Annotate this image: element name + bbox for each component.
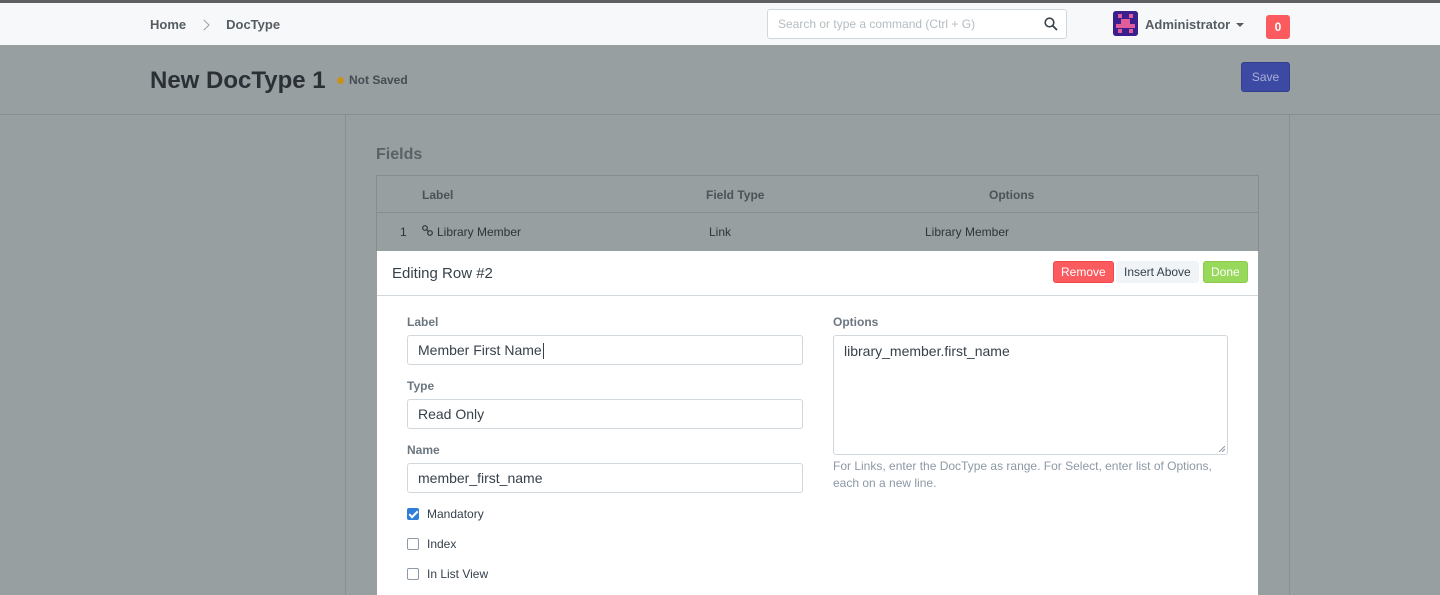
checkbox-index[interactable]: Index xyxy=(407,537,456,551)
options-help-text: For Links, enter the DocType as range. F… xyxy=(833,459,1212,490)
row-field-type: Link xyxy=(709,225,732,239)
checkbox-unchecked-icon[interactable] xyxy=(407,568,419,580)
checkbox-checked-icon[interactable] xyxy=(407,508,419,520)
breadcrumb-home[interactable]: Home xyxy=(150,17,186,32)
text-cursor xyxy=(542,343,544,360)
label-input-value: Member First Name xyxy=(418,342,542,358)
checkbox-mandatory[interactable]: Mandatory xyxy=(407,507,484,521)
page-title: New DocType 1 xyxy=(150,67,326,94)
remove-row-button[interactable]: Remove xyxy=(1053,261,1114,283)
search-input[interactable] xyxy=(768,10,1028,38)
checkbox-label: In List View xyxy=(427,567,489,581)
name-input[interactable]: member_first_name xyxy=(407,463,803,493)
status-dot-icon xyxy=(337,76,344,84)
type-field-caption: Type xyxy=(407,379,435,393)
column-field-type: Field Type xyxy=(706,188,765,202)
status-indicator: Not Saved xyxy=(337,73,408,87)
search-icon[interactable] xyxy=(1044,17,1058,31)
caret-down-icon xyxy=(1236,22,1245,27)
insert-above-button[interactable]: Insert Above xyxy=(1116,261,1199,283)
options-field-caption: Options xyxy=(833,315,879,329)
row-editor-header: Editing Row #2 Remove Insert Above Done xyxy=(377,251,1258,296)
checkbox-unchecked-icon[interactable] xyxy=(407,538,419,550)
checkbox-in-list-view[interactable]: In List View xyxy=(407,567,488,581)
link-icon xyxy=(422,225,433,236)
breadcrumb: Home DocType xyxy=(150,17,280,32)
type-select[interactable]: Read Only xyxy=(407,399,803,429)
row-editor: Editing Row #2 Remove Insert Above Done … xyxy=(377,251,1258,595)
row-index: 1 xyxy=(400,225,407,239)
checkbox-label: Mandatory xyxy=(427,507,484,521)
label-input[interactable]: Member First Name xyxy=(407,335,803,365)
options-textarea[interactable]: library_member.first_name xyxy=(833,335,1228,455)
table-row[interactable]: 1 Library Member Link Library Member xyxy=(377,213,1258,251)
options-value: library_member.first_name xyxy=(844,343,1010,359)
notification-badge[interactable]: 0 xyxy=(1266,15,1290,39)
row-label: Library Member xyxy=(437,225,522,239)
resize-grip-icon[interactable] xyxy=(1218,445,1225,452)
row-options: Library Member xyxy=(925,225,1010,239)
row-editor-title: Editing Row #2 xyxy=(392,265,493,282)
breadcrumb-doctype[interactable]: DocType xyxy=(226,17,280,32)
name-field-caption: Name xyxy=(407,443,440,457)
save-button[interactable]: Save xyxy=(1241,62,1290,92)
column-options: Options xyxy=(989,188,1035,202)
search-box[interactable] xyxy=(767,9,1067,39)
fields-section-title: Fields xyxy=(376,146,423,163)
status-text: Not Saved xyxy=(349,73,408,87)
done-button[interactable]: Done xyxy=(1203,261,1248,283)
user-name[interactable]: Administrator xyxy=(1145,17,1230,32)
navbar: Home DocType Administrator 0 xyxy=(0,0,1440,45)
column-label: Label xyxy=(422,188,454,202)
chevron-right-icon xyxy=(198,18,210,31)
grid-header: Label Field Type Options xyxy=(377,176,1258,213)
checkbox-label: Index xyxy=(427,537,457,551)
fields-grid: Label Field Type Options 1 Library Membe… xyxy=(376,175,1259,251)
user-menu[interactable]: Administrator xyxy=(1145,17,1245,32)
page-head: New DocType 1 Not Saved Save xyxy=(0,45,1440,115)
avatar[interactable] xyxy=(1113,11,1138,36)
label-field-caption: Label xyxy=(407,315,439,329)
